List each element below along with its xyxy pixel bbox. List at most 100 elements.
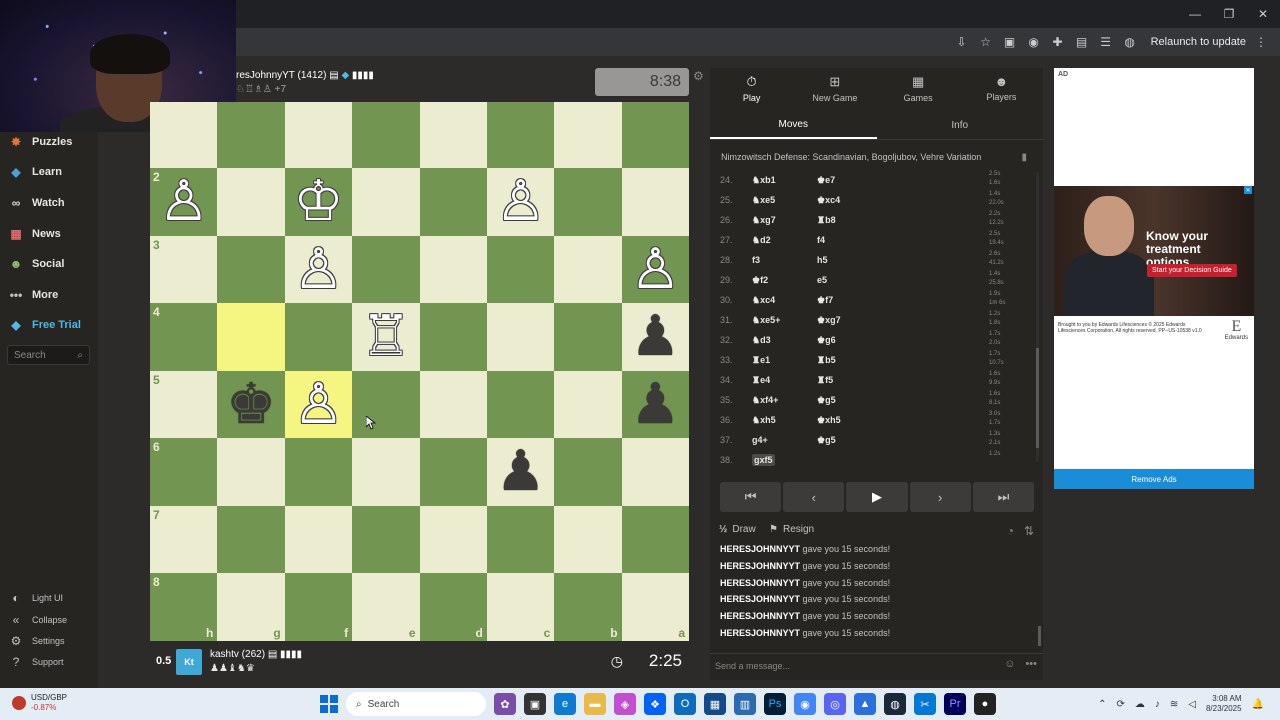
square-h5[interactable]: 5 [150,370,218,439]
black-move[interactable]: ♜b5 [817,355,836,366]
black-move[interactable]: f4 [817,235,825,245]
chat-scrollbar[interactable] [1038,626,1041,646]
photos-icon[interactable]: ▲ [854,693,876,715]
black-move[interactable]: ♚g5 [817,435,836,446]
next-move-button[interactable]: › [909,482,971,512]
square-e2[interactable] [352,168,420,236]
ad-choices-icon[interactable]: ✕ [1244,186,1252,194]
sidebar-item-watch[interactable]: ∞ Watch [8,195,65,211]
square-e7[interactable] [352,505,420,574]
black-move[interactable]: e5 [817,275,827,285]
maximize-icon[interactable]: ❐ [1212,0,1246,28]
black-king-icon[interactable]: ♚ [226,376,276,433]
square-b4[interactable] [554,303,622,371]
advertisement[interactable]: AD Know your treatment options Start you… [1054,68,1254,489]
square-a1[interactable] [621,102,689,169]
square-c2[interactable]: ♙ [486,168,555,236]
square-a4[interactable]: ♟ [621,303,689,371]
square-b3[interactable] [554,235,622,304]
square-d7[interactable] [419,505,487,574]
black-pawn-icon[interactable]: ♟ [495,444,545,500]
notification-bell-icon[interactable]: 🔔 [1252,699,1264,710]
relaunch-button[interactable]: Relaunch to update [1151,36,1246,48]
ad-image[interactable]: Know your treatment options Start your D… [1054,186,1254,350]
obs-icon[interactable]: ● [974,693,996,715]
square-f1[interactable] [284,102,353,169]
white-king-icon[interactable]: ♔ [293,174,343,230]
sidebar-collapse[interactable]: « Collapse [8,612,67,628]
white-move[interactable]: ♞xh5 [752,415,776,426]
tab-play[interactable]: ⏱ Play [710,68,793,108]
square-g8[interactable]: g [217,573,285,641]
square-e1[interactable] [352,102,420,169]
square-h1[interactable] [150,102,218,169]
square-e6[interactable] [352,438,420,506]
opening-name[interactable]: Nimzowitsch Defense: Scandinavian, Bogol… [721,152,981,162]
premiere-icon[interactable]: Pr [944,693,966,715]
square-h8[interactable]: 8h [150,573,218,641]
stock-ticker-widget[interactable]: USD/GBP -0.87% [12,693,67,713]
square-f4[interactable] [284,303,353,371]
square-b2[interactable] [554,168,622,236]
chat-user[interactable]: HERESJOHNNYYT [720,611,800,621]
previous-move-button[interactable]: ‹ [783,482,845,512]
analysis-icon[interactable]: ◔ [1007,524,1014,538]
square-a6[interactable] [621,438,689,506]
white-pawn-icon[interactable]: ♙ [293,376,343,433]
chrome-icon[interactable]: ◉ [794,693,816,715]
square-c5[interactable] [486,370,555,439]
square-e4[interactable]: ♖ [352,303,420,371]
menu-kebab-icon[interactable]: ⋮ [1252,33,1270,51]
square-g1[interactable] [217,102,285,169]
square-d8[interactable]: d [419,573,487,641]
move-list-scroll-thumb[interactable] [1036,348,1039,448]
chat-user[interactable]: HERESJOHNNYYT [720,578,800,588]
chat-user[interactable]: HERESJOHNNYYT [720,561,800,571]
black-move[interactable]: ♚f7 [817,295,833,306]
discord-icon[interactable]: ◎ [824,693,846,715]
bookmark-star-icon[interactable]: ☆ [977,33,995,51]
black-move[interactable]: ♜b8 [817,215,836,226]
teams-icon[interactable]: ▦ [704,693,726,715]
square-b8[interactable]: b [554,573,622,641]
square-g6[interactable] [217,438,285,506]
chess-board[interactable]: 2 ♙ ♔ ♙ 3 ♙ ♙ 4 ♖ ♟ 5 ♚ ♙ ♟ 6 ♟ 7 8 h g f e d c b a [150,102,689,641]
sidebar-item-news[interactable]: ▦ News [8,226,60,242]
black-move[interactable]: ♚g5 [817,395,836,406]
white-move[interactable]: ♞xf4+ [752,395,778,406]
white-move[interactable]: ♞xe5+ [752,315,780,326]
first-move-button[interactable]: ⏮ [720,482,782,512]
resign-button[interactable]: ⚑ Resign [769,524,814,535]
square-d1[interactable] [419,102,487,169]
square-h7[interactable]: 7 [150,505,218,574]
edge-icon[interactable]: e [554,693,576,715]
black-move[interactable]: ♚g6 [817,335,836,346]
square-f2[interactable]: ♔ [284,168,353,236]
tab-moves[interactable]: Moves [710,112,877,139]
black-move[interactable]: ♚e7 [817,175,835,186]
white-move[interactable]: ♞d3 [752,335,771,346]
white-move[interactable]: ♜e1 [752,355,770,366]
player-name[interactable]: kashtv (262) ▤ ▮▮▮▮ [210,649,302,660]
white-pawn-icon[interactable]: ♙ [159,174,209,230]
square-g3[interactable] [217,235,285,304]
sidebar-item-learn[interactable]: ◆ Learn [8,164,62,180]
volume-icon[interactable]: ◁ [1188,699,1196,710]
sidebar-item-more[interactable]: ••• More [8,287,59,303]
black-move[interactable]: ♚xc4 [817,195,840,206]
square-d2[interactable] [419,168,487,236]
remove-ads-button[interactable]: Remove Ads [1054,469,1254,489]
black-pawn-icon[interactable]: ♟ [630,309,680,365]
store-icon[interactable]: ▥ [734,693,756,715]
file-explorer-icon[interactable]: ▬ [584,693,606,715]
square-b5[interactable] [554,370,622,439]
square-d6[interactable] [419,438,487,506]
draw-button[interactable]: ½ Draw [719,524,756,535]
white-pawn-icon[interactable]: ♙ [495,174,545,230]
steam-icon[interactable]: ◍ [884,693,906,715]
extension-blue-icon[interactable]: ◉ [1025,33,1043,51]
white-move[interactable]: ♞xe5 [752,195,775,206]
square-c1[interactable] [486,102,555,169]
reading-list-icon[interactable]: ☰ [1097,33,1115,51]
square-e8[interactable]: e [352,573,420,641]
